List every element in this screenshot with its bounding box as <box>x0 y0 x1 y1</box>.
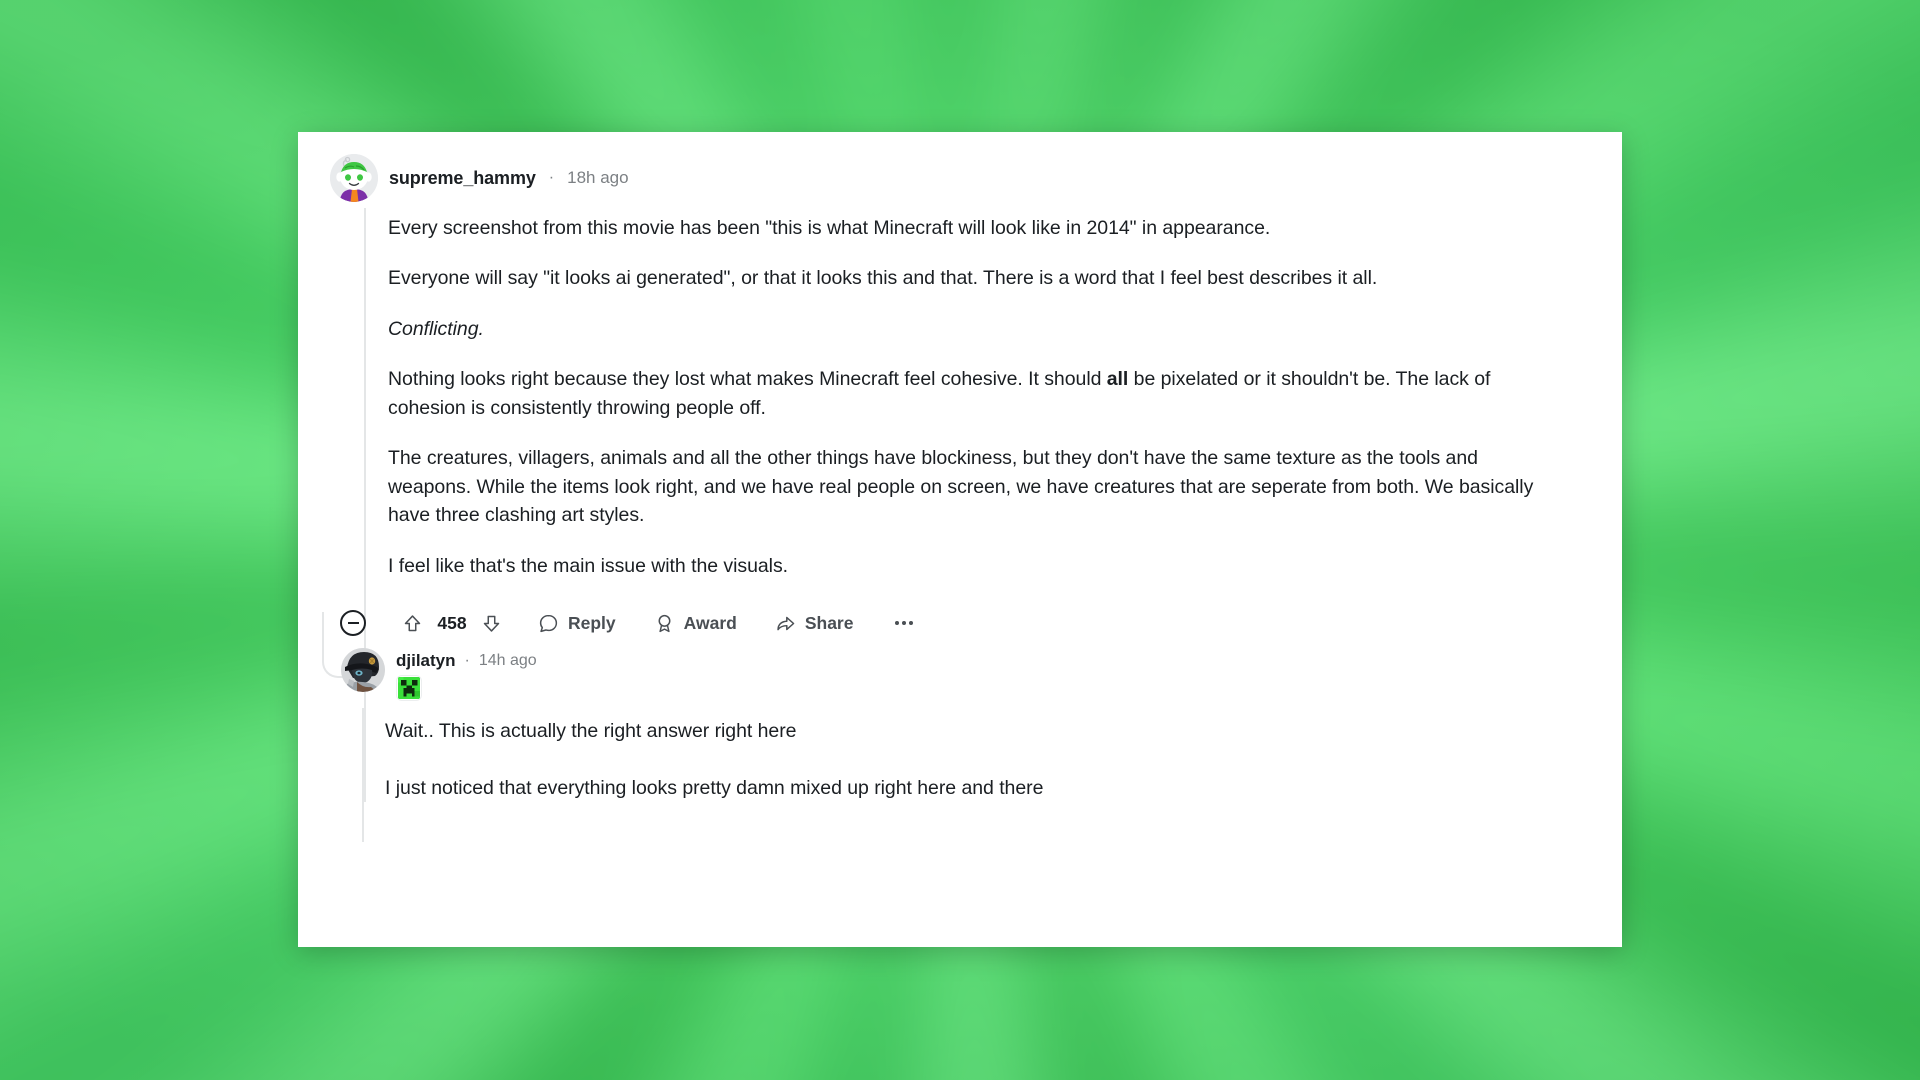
reply-header: djilatyn · 14h ago <box>340 648 1622 702</box>
comment-paragraph-3-italic: Conflicting. <box>388 317 484 340</box>
minecraft-creeper-face-icon <box>398 677 420 700</box>
reply-body: Wait.. This is actually the right answer… <box>340 701 1622 802</box>
share-button-label: Share <box>804 612 854 633</box>
award-button-label: Award <box>683 612 737 633</box>
reply-meta: djilatyn · 14h ago <box>396 648 537 702</box>
more-horizontal-icon-dot-1 <box>895 621 900 626</box>
more-options-button[interactable] <box>885 613 923 633</box>
comment-bubble-icon <box>538 613 559 634</box>
downvote-arrow-icon <box>481 613 502 634</box>
share-button[interactable]: Share <box>765 609 864 638</box>
minus-circle-icon <box>347 622 359 625</box>
upvote-arrow-icon <box>402 613 423 634</box>
comment-action-bar: 458 Reply Award Share <box>298 602 1622 644</box>
comment-timestamp: 18h ago <box>567 168 629 187</box>
comment-paragraph-6: I feel like that's the main issue with t… <box>388 554 789 577</box>
reply-button[interactable]: Reply <box>528 609 626 638</box>
reply-paragraph-1: Wait.. This is actually the right answer… <box>385 720 797 743</box>
award-button[interactable]: Award <box>644 609 747 638</box>
comment-paragraph-5: The creatures, villagers, animals and al… <box>388 447 1534 527</box>
reply-meta-row: djilatyn · 14h ago <box>396 651 537 671</box>
more-horizontal-icon-dot-2 <box>902 621 907 626</box>
comment-username[interactable]: supreme_hammy <box>389 168 536 189</box>
comment-paragraph-2: Everyone will say "it looks ai generated… <box>388 267 1378 290</box>
reply-separator-dot: · <box>464 652 470 670</box>
reply-username[interactable]: djilatyn <box>396 651 456 671</box>
collapse-thread-button[interactable] <box>340 610 366 637</box>
comment-paragraph-4: Nothing looks right because they lost wh… <box>388 365 1542 422</box>
comment-body: Every screenshot from this movie has bee… <box>298 202 1622 580</box>
reply-timestamp: 14h ago <box>478 652 537 670</box>
user-flair-badge[interactable] <box>396 675 422 702</box>
comment-paragraph-1: Every screenshot from this movie has bee… <box>388 217 1271 239</box>
award-ribbon-icon <box>654 613 675 634</box>
root-comment: supreme_hammy · 18h ago Every screenshot… <box>298 132 1622 843</box>
avatar[interactable] <box>330 154 378 202</box>
upvote-button[interactable] <box>394 609 431 638</box>
downvote-button[interactable] <box>473 609 510 638</box>
paragraph-4-before: Nothing looks right because they lost wh… <box>388 368 1107 391</box>
reply-avatar[interactable] <box>341 648 385 693</box>
share-arrow-icon <box>775 613 796 634</box>
separator-dot: · <box>548 169 555 186</box>
more-horizontal-icon-dot-3 <box>909 621 914 626</box>
paragraph-4-bold-word: all <box>1106 368 1129 391</box>
reply-thread-line[interactable] <box>362 708 364 843</box>
nested-reply: djilatyn · 14h ago Wait.. This is actual… <box>298 612 1622 843</box>
reply-paragraph-2: I just noticed that everything looks pre… <box>385 776 1044 799</box>
comment-header: supreme_hammy · 18h ago <box>298 154 1622 202</box>
vote-count: 458 <box>437 612 467 633</box>
reply-button-label: Reply <box>568 612 616 633</box>
comment-card: supreme_hammy · 18h ago Every screenshot… <box>298 132 1622 947</box>
